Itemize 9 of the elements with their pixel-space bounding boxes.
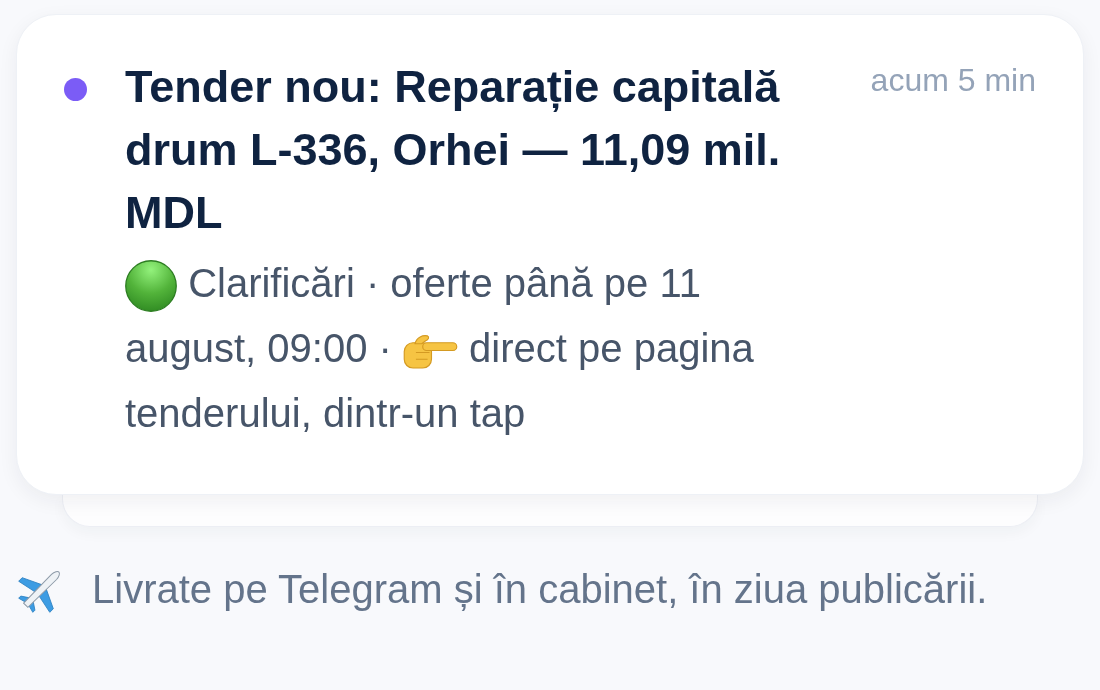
status-circle-icon [125, 260, 177, 313]
notification-text: direct pe pagina [469, 325, 754, 372]
pointing-hand-icon [403, 333, 458, 369]
notification-title: Tender nou: Reparație capitală drum L-336, Orhei — 11,09 mil. MDL [125, 60, 782, 240]
delivery-note: Livrate pe Telegram și în cabinet, în ziua publicării. [92, 566, 988, 613]
notification-text: Clarificări · oferte până pe 11 [188, 260, 701, 307]
notification-text: august, 09:00 · [125, 325, 392, 372]
notification-text: tenderului, dintr-un tap [125, 390, 526, 437]
timestamp: acum 5 min [870, 61, 1036, 100]
